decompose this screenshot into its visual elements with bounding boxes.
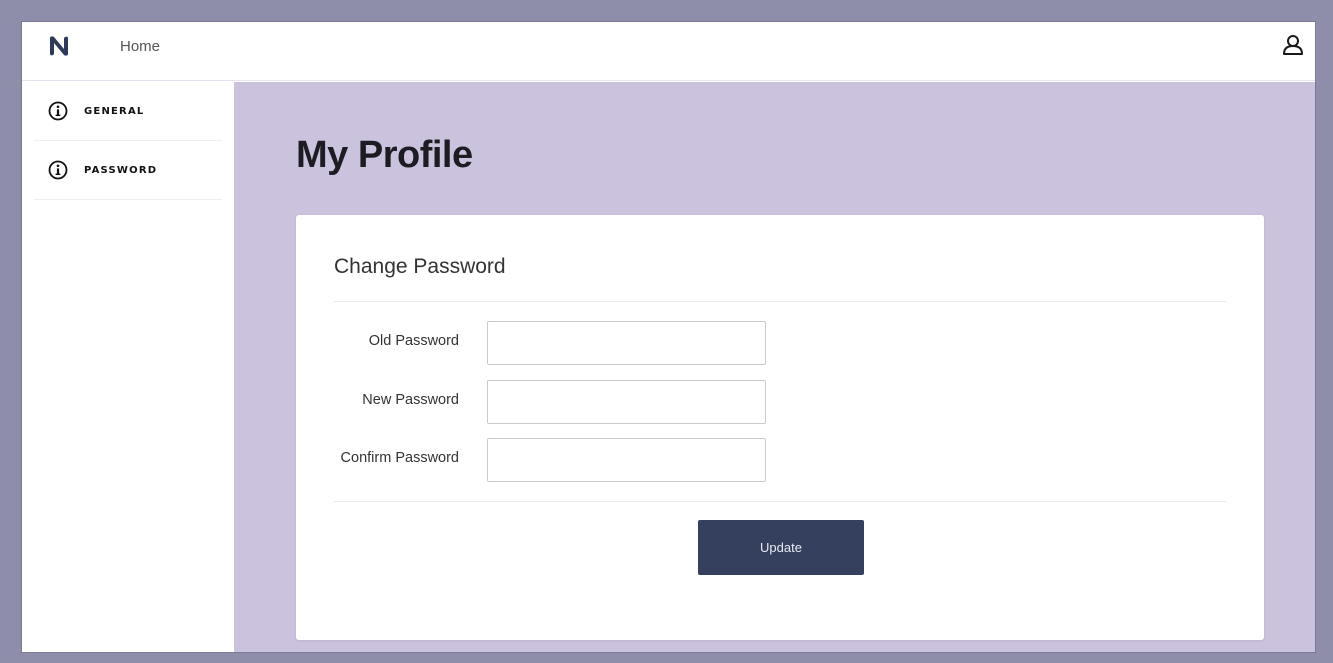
info-icon <box>48 160 68 180</box>
main-content: My Profile Change Password Old Password … <box>234 82 1315 652</box>
old-password-input[interactable] <box>487 321 766 365</box>
confirm-password-label: Confirm Password <box>340 450 459 466</box>
divider <box>334 301 1226 302</box>
top-navbar: Home <box>22 22 1315 81</box>
confirm-password-input[interactable] <box>487 438 766 482</box>
sidebar-item-label: GENERAL <box>84 105 145 117</box>
page-title: My Profile <box>296 134 473 176</box>
app-window: Home GENERAL PASSWORD My Profile Change … <box>22 22 1315 652</box>
info-icon <box>48 101 68 121</box>
new-password-label: New Password <box>362 392 459 408</box>
sidebar: GENERAL PASSWORD <box>22 82 234 652</box>
brand-logo-icon[interactable] <box>48 35 70 57</box>
update-button[interactable]: Update <box>698 520 864 575</box>
old-password-label: Old Password <box>368 333 459 349</box>
change-password-card: Change Password Old Password New Passwor… <box>296 215 1264 640</box>
sidebar-item-password[interactable]: PASSWORD <box>34 141 222 200</box>
old-password-row: Old Password <box>296 321 1264 365</box>
user-icon[interactable] <box>1281 33 1305 57</box>
new-password-row: New Password <box>296 380 1264 424</box>
home-link[interactable]: Home <box>120 38 160 55</box>
sidebar-item-general[interactable]: GENERAL <box>34 82 222 141</box>
confirm-password-row: Confirm Password <box>296 438 1264 482</box>
sidebar-item-label: PASSWORD <box>84 164 158 176</box>
divider <box>334 501 1226 502</box>
new-password-input[interactable] <box>487 380 766 424</box>
card-title: Change Password <box>334 255 506 278</box>
